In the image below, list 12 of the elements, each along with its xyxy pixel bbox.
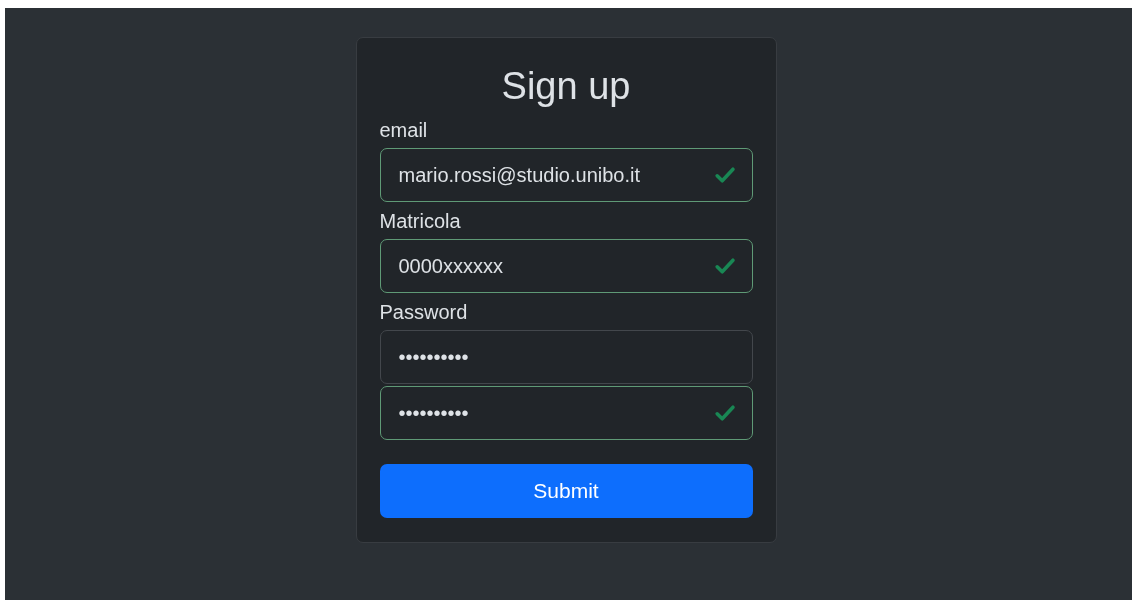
input-field[interactable]: ••••••••••	[379, 330, 753, 384]
submit-button[interactable]: Submit	[379, 464, 753, 518]
form-title: Sign up	[500, 64, 632, 109]
field-label: Matricola	[379, 209, 461, 234]
input-field[interactable]: mario.rossi@studio.unibo.it	[379, 148, 753, 202]
field-label: email	[379, 118, 428, 143]
field-label: Password	[379, 300, 468, 325]
check-icon	[712, 164, 737, 186]
check-icon	[712, 402, 737, 424]
check-icon	[712, 255, 737, 277]
input-field[interactable]: ••••••••••	[379, 386, 753, 440]
input-field[interactable]: 0000xxxxxx	[379, 239, 753, 293]
